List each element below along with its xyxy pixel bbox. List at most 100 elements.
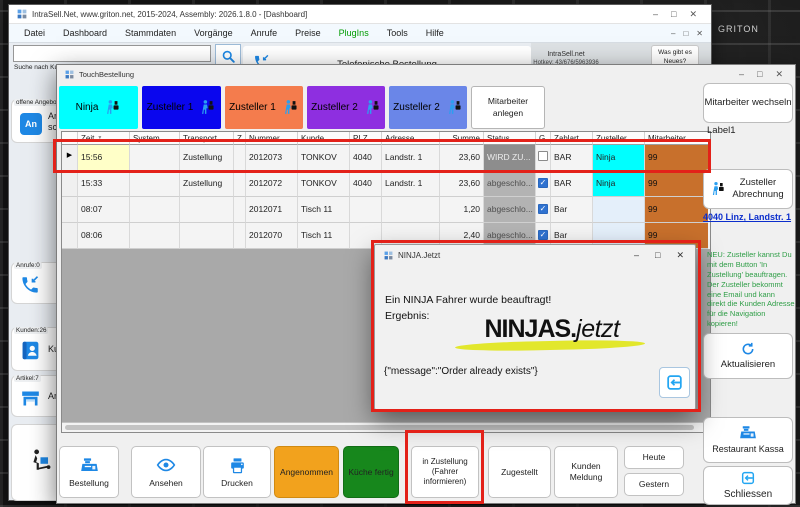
col-header-mitarbeiter[interactable]: Mitarbeiter: [645, 132, 708, 145]
minimize-icon[interactable]: –: [739, 70, 744, 79]
cell-zeit: 08:06: [78, 223, 130, 249]
checkbox[interactable]: ✓: [538, 178, 548, 188]
cell-zahlart: BAR: [551, 171, 593, 197]
menu-item-anrufe[interactable]: Anrufe: [242, 24, 287, 43]
in-zustellung-button[interactable]: in Zustellung (Fahrer informieren): [411, 446, 479, 498]
kueche-fertig-button[interactable]: Küche fertig: [343, 446, 399, 498]
menu-item-stammdaten[interactable]: Stammdaten: [116, 24, 185, 43]
courier-button-label: Zusteller 1: [229, 102, 276, 113]
col-header-zeit[interactable]: Zeit▼: [78, 132, 130, 145]
delivery-person-icon: [282, 99, 299, 116]
close-icon[interactable]: ✕: [689, 10, 697, 19]
dialog-message-line1: Ein NINJA Fahrer wurde beauftragt!: [385, 294, 551, 306]
main-titlebar: IntraSell.Net, www.griton.net, 2015-2024…: [9, 5, 711, 24]
courier-button-zusteller1-blue[interactable]: Zusteller 1: [142, 86, 221, 129]
address-link[interactable]: 4040 Linz, Landstr. 1: [703, 212, 795, 224]
dialog-close-button[interactable]: [659, 367, 690, 398]
menu-item-vorgaenge[interactable]: Vorgänge: [185, 24, 242, 43]
checkbox[interactable]: ✓: [538, 204, 548, 214]
checkbox[interactable]: ✓: [538, 151, 548, 161]
menu-item-plugins[interactable]: PlugIns: [330, 24, 378, 43]
maximize-icon[interactable]: □: [655, 251, 660, 260]
table-row[interactable]: ▶ 15:56 Zustellung 2012073 TONKOV 4040 L…: [62, 145, 710, 171]
gestern-button[interactable]: Gestern: [624, 473, 684, 496]
articles-label: Artikel:7: [14, 375, 41, 382]
col-header-nummer[interactable]: Nummer: [246, 132, 298, 145]
restaurant-kassa-button[interactable]: Restaurant Kassa: [703, 417, 793, 463]
cell-zeit: 15:33: [78, 171, 130, 197]
cell-system: [130, 197, 180, 223]
delivery-person-icon: [199, 99, 216, 116]
menu-item-dashboard[interactable]: Dashboard: [54, 24, 116, 43]
minimize-icon[interactable]: –: [634, 251, 639, 260]
col-header-zusteller[interactable]: Zusteller: [593, 132, 645, 145]
desktop-watermark: GRITON: [718, 24, 759, 34]
heute-button[interactable]: Heute: [624, 446, 684, 469]
eye-icon: [156, 455, 176, 475]
courier-button-zusteller2-purple[interactable]: Zusteller 2: [307, 86, 385, 129]
zugestellt-button[interactable]: Zugestellt: [488, 446, 551, 498]
col-header-status[interactable]: Status: [484, 132, 536, 145]
bestellung-label: Bestellung: [69, 478, 109, 489]
mitarbeiter-wechseln-button[interactable]: Mitarbeiter wechseln: [703, 83, 793, 123]
scrollbar-thumb[interactable]: [65, 425, 694, 430]
table-row[interactable]: 15:33 Zustellung 2012072 TONKOV 4040 Lan…: [62, 171, 710, 197]
zusteller-abrechnung-label: Zusteller Abrechnung: [730, 177, 786, 202]
schliessen-button[interactable]: Schliessen: [703, 466, 793, 505]
menu-item-hilfe[interactable]: Hilfe: [417, 24, 453, 43]
mdi-window-controls: – □ ✕: [671, 29, 711, 38]
cell-nummer: 2012073: [246, 145, 298, 171]
courier-button-label: Zusteller 2: [393, 102, 440, 113]
table-row[interactable]: 08:07 2012071 Tisch 11 1,20 abgeschlo...…: [62, 197, 710, 223]
horizontal-scrollbar[interactable]: [62, 422, 710, 432]
cell-summe: 23,60: [440, 145, 484, 171]
store-icon[interactable]: [20, 388, 41, 414]
kunden-meldung-button[interactable]: Kunden Meldung: [554, 446, 618, 498]
drucken-button[interactable]: Drucken: [203, 446, 271, 498]
mdi-close-icon[interactable]: ✕: [696, 29, 703, 38]
ansehen-button[interactable]: Ansehen: [131, 446, 201, 498]
offer-icon[interactable]: An: [20, 113, 42, 135]
add-employee-button[interactable]: Mitarbeiter anlegen: [471, 86, 545, 129]
cell-g: ✓: [536, 171, 551, 197]
mdi-restore-icon[interactable]: □: [683, 29, 688, 38]
menu-item-tools[interactable]: Tools: [378, 24, 417, 43]
cell-adresse: Landstr. 1: [382, 171, 440, 197]
col-header-transport[interactable]: Transport: [180, 132, 234, 145]
col-header-g[interactable]: G: [536, 132, 551, 145]
cell-nummer: 2012071: [246, 197, 298, 223]
zusteller-abrechnung-button[interactable]: Zusteller Abrechnung: [703, 169, 793, 209]
close-icon[interactable]: ✕: [775, 70, 783, 79]
cell-zeit: 15:56: [78, 145, 130, 171]
courier-button-zusteller2-lightblue[interactable]: Zusteller 2: [389, 86, 467, 129]
search-input[interactable]: [13, 45, 211, 62]
aktualisieren-button[interactable]: Aktualisieren: [703, 333, 793, 379]
courier-button-ninja[interactable]: Ninja: [59, 86, 138, 129]
mdi-minimize-icon[interactable]: –: [671, 29, 675, 38]
close-icon[interactable]: ✕: [676, 251, 684, 260]
col-header-z[interactable]: Z: [234, 132, 246, 145]
col-header-zahlart[interactable]: Zahlart: [551, 132, 593, 145]
app-icon: [65, 70, 74, 79]
customers-icon[interactable]: [20, 340, 41, 366]
app-icon: [384, 251, 393, 260]
logo-secondary: jetzt: [576, 315, 619, 343]
maximize-icon[interactable]: □: [757, 70, 762, 79]
minimize-icon[interactable]: –: [653, 10, 658, 19]
bestellung-button[interactable]: Bestellung: [59, 446, 119, 498]
menu-item-preise[interactable]: Preise: [286, 24, 330, 43]
col-header-kunde[interactable]: Kunde: [298, 132, 350, 145]
col-header-system[interactable]: System: [130, 132, 180, 145]
exit-icon: [665, 373, 684, 392]
incoming-call-icon[interactable]: [20, 275, 40, 300]
cell-system: [130, 145, 180, 171]
col-header-summe[interactable]: Summe: [440, 132, 484, 145]
menu-item-datei[interactable]: Datei: [15, 24, 54, 43]
col-header-adresse[interactable]: Adresse: [382, 132, 440, 145]
courier-button-zusteller1-orange[interactable]: Zusteller 1: [225, 86, 303, 129]
col-header-plz[interactable]: PLZ: [350, 132, 382, 145]
checkbox[interactable]: ✓: [538, 230, 548, 240]
angenommen-button[interactable]: Angenommen: [274, 446, 339, 498]
hand-truck-icon[interactable]: [28, 447, 54, 478]
maximize-icon[interactable]: □: [671, 10, 676, 19]
